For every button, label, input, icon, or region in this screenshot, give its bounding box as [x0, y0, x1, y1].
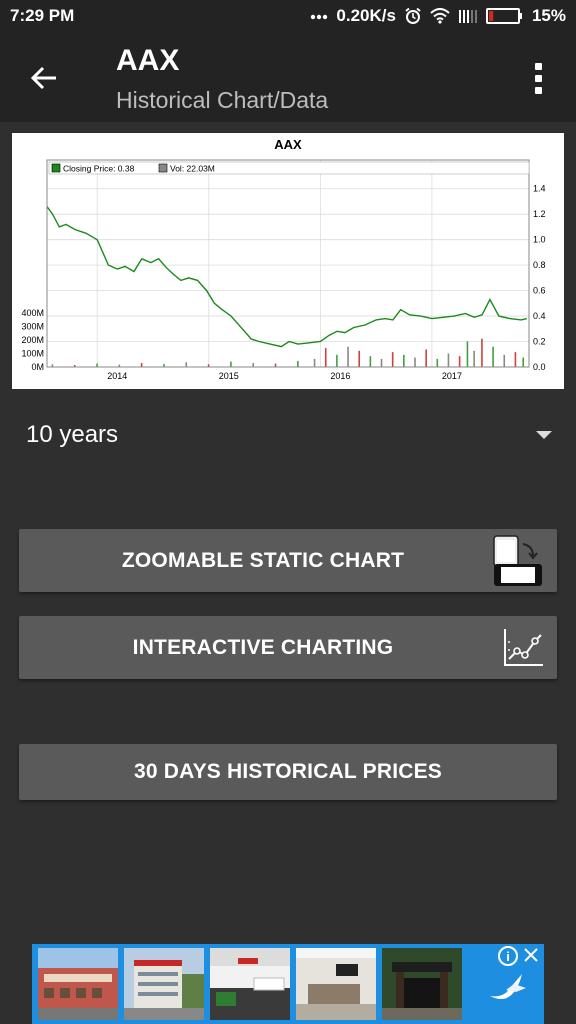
- thirty-days-prices-button[interactable]: 30 DAYS HISTORICAL PRICES: [19, 744, 557, 800]
- bird-icon: [490, 974, 526, 999]
- volume-bar: [252, 362, 255, 367]
- overflow-menu-icon: [534, 62, 542, 70]
- x-tick-label: 2017: [442, 371, 462, 381]
- x-tick-label: 2015: [219, 371, 239, 381]
- volume-bar: [380, 358, 383, 367]
- price-tick-label: 0.6: [533, 286, 546, 296]
- price-tick-label: 0.4: [533, 311, 546, 321]
- volume-bar: [274, 363, 277, 367]
- volume-bar: [297, 360, 299, 367]
- volume-bar: [369, 356, 372, 367]
- volume-tick-label: 300M: [21, 322, 44, 332]
- volume-bar: [514, 352, 517, 367]
- ad-image-gate: [382, 948, 462, 1020]
- x-tick-label: 2014: [107, 371, 127, 381]
- time-range-value: 10 years: [26, 421, 119, 448]
- volume-bar: [503, 354, 506, 367]
- back-button[interactable]: [24, 58, 64, 98]
- overflow-menu-dot: [534, 86, 542, 94]
- dropdown-arrow-icon: [536, 431, 552, 439]
- chart-title: AAX: [274, 137, 302, 152]
- arrow-left-icon: [30, 66, 56, 90]
- chart-legend: Closing Price: 0.38 Vol: 22.03M: [48, 161, 530, 175]
- price-tick-label: 1.2: [533, 209, 546, 219]
- volume-bar: [230, 361, 232, 367]
- page-title: AAX: [116, 44, 180, 77]
- closing-price-line: [46, 206, 527, 348]
- rotate-phone-icon: [493, 534, 542, 586]
- price-tick-label: 1.4: [533, 184, 546, 194]
- ad-image-lobby: [296, 948, 376, 1020]
- overflow-menu-button[interactable]: [526, 58, 550, 98]
- volume-bar: [492, 346, 494, 367]
- overflow-menu-dot: [534, 74, 542, 82]
- battery-percent: 15%: [531, 6, 566, 25]
- time-range-dropdown[interactable]: 10 years: [26, 415, 556, 455]
- interactive-charting-button[interactable]: INTERACTIVE CHARTING: [19, 616, 557, 679]
- volume-bar: [473, 350, 475, 367]
- volume-bar: [96, 363, 98, 367]
- volume-bar: [391, 352, 394, 367]
- page-subtitle: Historical Chart/Data: [116, 87, 329, 113]
- volume-bar: [347, 346, 349, 367]
- chart-svg: AAX 1.4 1.2 1.0 0.8 0.6 0.4 0.2 0.0 400M 300M 200M…: [21, 137, 546, 381]
- dots-icon: [311, 14, 328, 20]
- volume-bar: [403, 354, 405, 367]
- interactive-charting-label: INTERACTIVE CHARTING: [132, 635, 394, 659]
- zoomable-static-chart-button[interactable]: ZOOMABLE STATIC CHART: [19, 529, 557, 592]
- app-bar: AAX Historical Chart/Data: [0, 32, 576, 122]
- ad-banner[interactable]: i: [32, 944, 544, 1024]
- price-tick-label: 1.0: [533, 235, 546, 245]
- wifi-icon: [430, 8, 450, 24]
- battery-icon: [485, 8, 522, 24]
- legend-swatch-price: [51, 163, 61, 173]
- volume-tick-label: 200M: [21, 335, 44, 345]
- volume-bar: [140, 362, 143, 367]
- price-tick-label: 0.0: [533, 362, 546, 372]
- volume-bar: [336, 354, 338, 367]
- volume-bar: [324, 348, 327, 367]
- volume-bar: [414, 357, 416, 367]
- legend-closing-price: Closing Price: 0.38: [63, 164, 135, 174]
- ad-image-kitchen: [210, 948, 290, 1020]
- thirty-days-prices-label: 30 DAYS HISTORICAL PRICES: [133, 760, 443, 783]
- line-chart-icon: [504, 628, 543, 666]
- x-tick-label: 2016: [330, 371, 350, 381]
- legend-volume: Vol: 22.03M: [170, 164, 215, 174]
- price-tick-label: 0.2: [533, 337, 546, 347]
- status-bar: 7:29 PM 0.20K/s 15%: [0, 0, 576, 32]
- volume-bar: [313, 358, 316, 367]
- ad-image-building: [124, 948, 204, 1020]
- volume-tick-label: 400M: [21, 308, 44, 318]
- network-speed: 0.20K/s: [336, 6, 396, 25]
- signal-icon: [458, 10, 477, 23]
- legend-swatch-vol: [158, 163, 168, 173]
- volume-bar: [458, 356, 461, 367]
- volume-tick-label: 0M: [31, 362, 44, 372]
- status-time: 7:29 PM: [10, 6, 75, 25]
- volume-bar: [185, 362, 188, 367]
- volume-bar: [436, 358, 439, 367]
- zoomable-static-chart-label: ZOOMABLE STATIC CHART: [121, 548, 405, 572]
- price-tick-label: 0.8: [533, 260, 546, 270]
- volume-bar: [522, 357, 525, 367]
- volume-bar: [447, 353, 450, 367]
- volume-bar: [358, 350, 361, 367]
- status-icons: 0.20K/s 15%: [310, 6, 566, 26]
- ad-image-hotel: [38, 948, 118, 1020]
- volume-tick-label: 100M: [21, 349, 44, 359]
- volume-bar: [481, 338, 483, 367]
- volume-bar: [466, 341, 469, 367]
- info-icon[interactable]: i: [498, 946, 518, 966]
- volume-bar: [425, 349, 427, 367]
- historical-chart[interactable]: AAX 1.4 1.2 1.0 0.8 0.6 0.4 0.2 0.0 400M 300M 200M…: [12, 133, 564, 389]
- close-icon[interactable]: [520, 944, 542, 966]
- alarm-icon: [405, 7, 421, 24]
